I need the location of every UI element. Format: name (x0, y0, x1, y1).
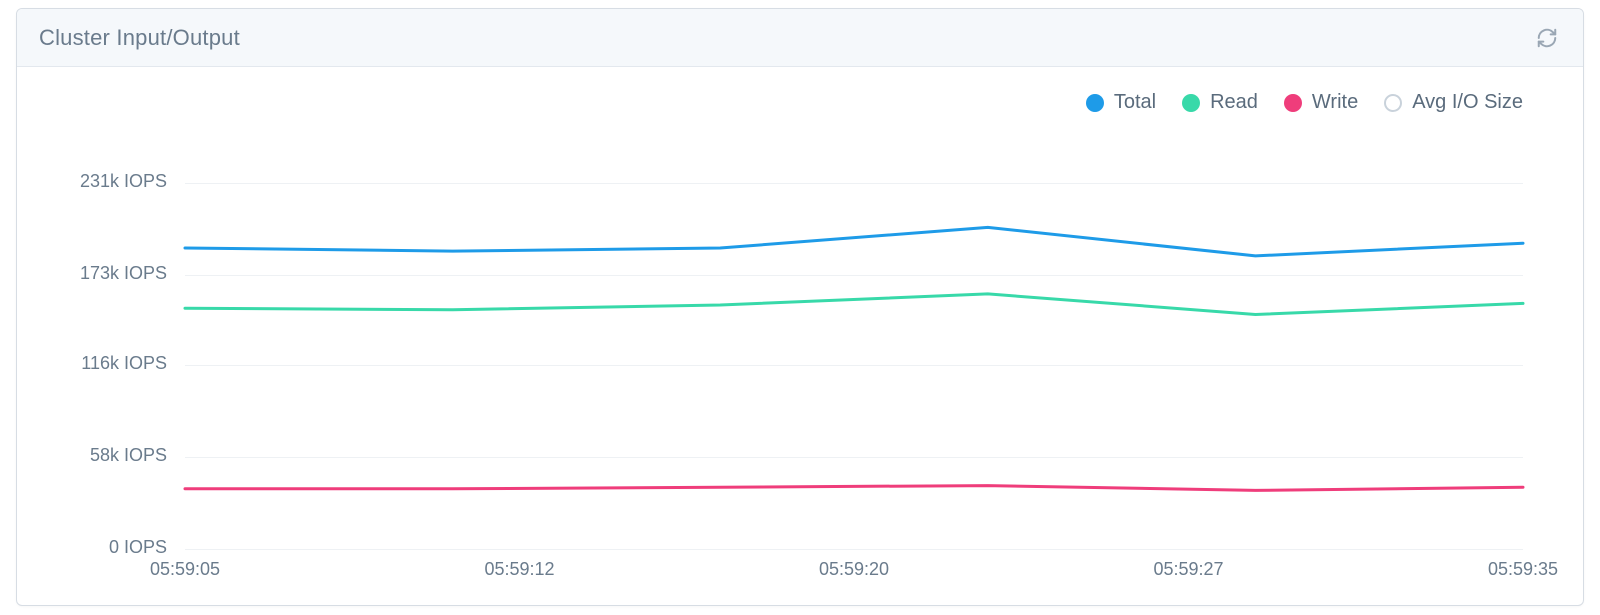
series-line-write (185, 486, 1523, 491)
chart-svg (17, 9, 1584, 606)
cluster-io-card: Cluster Input/Output TotalReadWriteAvg I… (16, 8, 1584, 606)
series-line-total (185, 227, 1523, 256)
chart-plot-area: 0 IOPS58k IOPS116k IOPS173k IOPS231k IOP… (17, 9, 1583, 605)
series-line-read (185, 294, 1523, 315)
